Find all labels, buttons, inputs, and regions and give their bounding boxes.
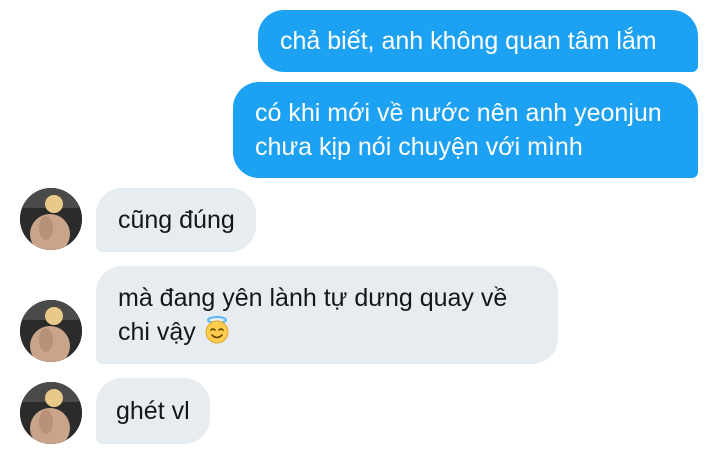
- outgoing-message[interactable]: có khi mới về nước nên anh yeonjun chưa …: [233, 82, 698, 178]
- avatar[interactable]: [20, 300, 82, 362]
- avatar-image: [20, 382, 82, 444]
- incoming-message[interactable]: cũng đúng: [96, 188, 256, 252]
- outgoing-message[interactable]: chả biết, anh không quan tâm lắm: [258, 10, 698, 72]
- message-text: chả biết, anh không quan tâm lắm: [280, 27, 657, 55]
- smiling-face-with-halo-icon: [202, 315, 232, 345]
- avatar[interactable]: [20, 188, 82, 250]
- message-text: mà đang yên lành tự dưng quay về: [118, 284, 508, 312]
- conversation-thread: chả biết, anh không quan tâm lắm có khi …: [0, 0, 720, 449]
- incoming-message[interactable]: mà đang yên lành tự dưng quay về chi vậy: [96, 266, 558, 364]
- message-text: có khi mới về nước nên anh yeonjun: [255, 99, 662, 127]
- avatar-image: [20, 300, 82, 362]
- message-text: ghét vl: [116, 397, 190, 425]
- avatar-image: [20, 188, 82, 250]
- message-text-line: chi vậy: [118, 315, 536, 349]
- incoming-message[interactable]: ghét vl: [96, 378, 210, 444]
- message-text: cũng đúng: [118, 206, 235, 234]
- message-text: chi vậy: [118, 318, 196, 346]
- message-text: chưa kịp nói chuyện với mình: [255, 133, 583, 161]
- avatar[interactable]: [20, 382, 82, 444]
